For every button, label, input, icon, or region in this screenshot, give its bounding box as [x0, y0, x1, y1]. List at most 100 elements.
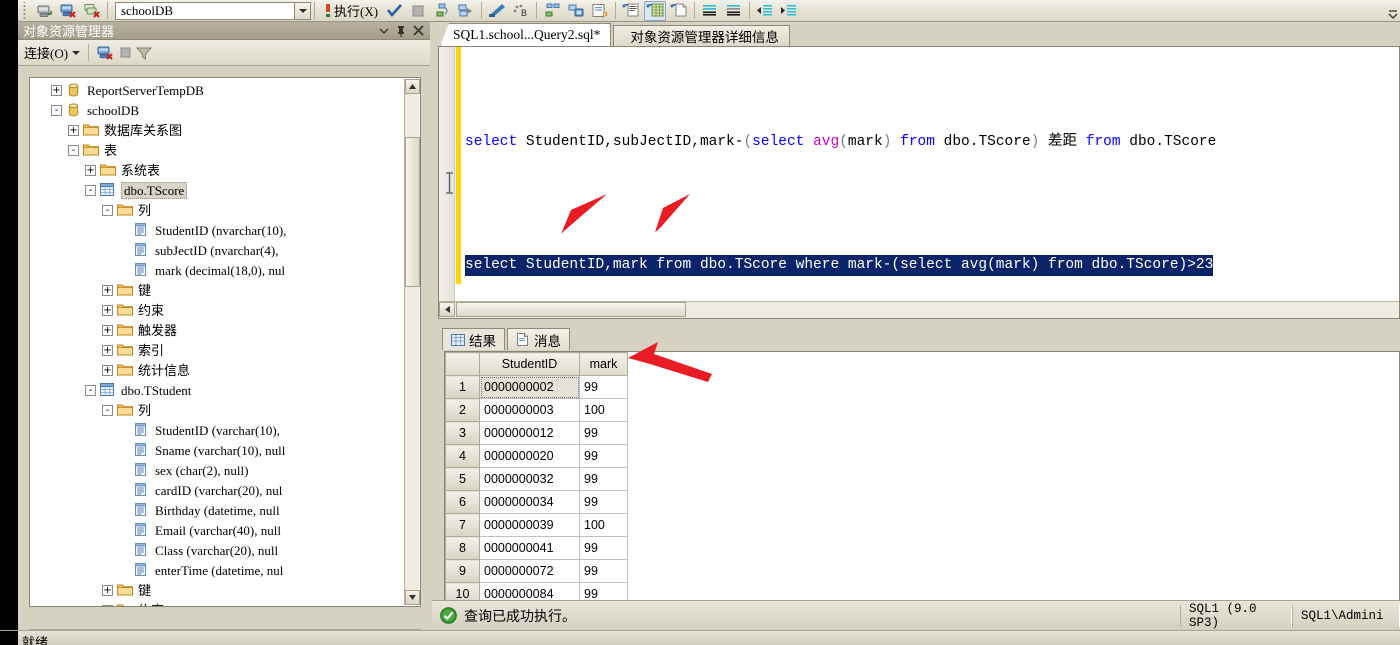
expand-toggle-icon[interactable]: + [102, 344, 113, 356]
tree-node[interactable]: + 系统表 [30, 160, 420, 180]
cell-mark[interactable]: 99 [579, 467, 628, 491]
include-client-stats-icon[interactable] [565, 1, 587, 21]
chevron-down-icon[interactable] [72, 50, 81, 56]
tree-node[interactable]: + 键 [30, 580, 420, 600]
toolbar-grip[interactable] [21, 1, 30, 20]
cell-studentid[interactable]: 0000000041 [479, 536, 580, 560]
tree-node[interactable]: Sname (varchar(10), null [30, 440, 420, 460]
row-number-header[interactable] [445, 352, 480, 376]
scroll-left-arrow-icon[interactable] [439, 302, 455, 317]
tab-messages[interactable]: 消息 [507, 328, 570, 350]
row-number-cell[interactable]: 4 [445, 444, 480, 468]
tree-node[interactable]: + 约束 [30, 300, 420, 320]
scroll-thumb[interactable] [405, 137, 420, 287]
tree-node[interactable]: StudentID (varchar(10), [30, 420, 420, 440]
window-menu-icon[interactable] [379, 27, 389, 35]
collapse-toggle-icon[interactable]: - [51, 104, 62, 116]
expand-toggle-icon[interactable]: + [102, 324, 113, 336]
scroll-up-arrow-icon[interactable] [405, 79, 420, 94]
tree-node[interactable]: -列 [30, 400, 420, 420]
cell-studentid[interactable]: 0000000072 [479, 559, 580, 583]
tree-node[interactable]: -列 [30, 200, 420, 220]
expand-toggle-icon[interactable]: + [102, 364, 113, 376]
auto-hide-pin-icon[interactable] [396, 25, 406, 37]
cell-mark[interactable]: 100 [579, 398, 628, 422]
object-explorer-tree[interactable]: + ReportServerTempDB - schoolDB + 数据库关系图 - 表 + 系统… [29, 77, 421, 607]
parse-query-icon[interactable] [431, 1, 453, 21]
connect-dropdown-button[interactable]: 连接(O) [24, 43, 68, 62]
tree-node[interactable]: enterTime (datetime, nul [30, 560, 420, 580]
collapse-toggle-icon[interactable]: - [102, 204, 113, 216]
row-number-cell[interactable]: 1 [445, 375, 480, 399]
comment-lines-icon[interactable] [699, 1, 721, 21]
results-grid[interactable]: StudentID mark 1 0000000002 99 2 0000000003 100… [444, 351, 1400, 606]
expand-toggle-icon[interactable]: + [102, 304, 113, 316]
results-to-text-icon[interactable] [620, 1, 642, 21]
cell-mark[interactable]: 99 [579, 536, 628, 560]
tree-node[interactable]: - 约束 [30, 600, 420, 606]
column-header[interactable]: StudentID [479, 352, 580, 376]
scroll-down-arrow-icon[interactable] [405, 590, 420, 605]
tree-vertical-scrollbar[interactable] [404, 79, 420, 605]
cell-studentid[interactable]: 0000000002 [479, 375, 580, 399]
collapse-toggle-icon[interactable]: - [102, 604, 113, 606]
execute-button[interactable]: 执行(X) [318, 1, 382, 21]
table-row[interactable]: 7 0000000039 100 [445, 513, 637, 537]
row-number-cell[interactable]: 7 [445, 513, 480, 537]
tree-node[interactable]: + 触发器 [30, 320, 420, 340]
database-combo[interactable]: schoolDB [115, 1, 311, 20]
tree-node[interactable]: + 统计信息 [30, 360, 420, 380]
table-row[interactable]: 4 0000000020 99 [445, 444, 637, 468]
cell-mark[interactable]: 99 [579, 375, 628, 399]
tree-node[interactable]: - schoolDB [30, 100, 420, 120]
tree-node[interactable]: Email (varchar(40), null [30, 520, 420, 540]
tree-node[interactable]: + ReportServerTempDB [30, 80, 420, 100]
table-row[interactable]: 3 0000000012 99 [445, 421, 637, 445]
cell-mark[interactable]: 100 [579, 513, 628, 537]
collapse-toggle-icon[interactable]: - [102, 404, 113, 416]
tree-node[interactable]: -表 [30, 140, 420, 160]
tree-node[interactable]: + 键 [30, 280, 420, 300]
uncomment-lines-icon[interactable] [723, 1, 745, 21]
disconnect-icon[interactable] [57, 1, 79, 21]
cell-studentid[interactable]: 0000000003 [479, 398, 580, 422]
close-icon[interactable] [413, 25, 424, 36]
cell-mark[interactable]: 99 [579, 490, 628, 514]
edit-query-icon[interactable] [486, 1, 508, 21]
design-query-icon[interactable] [455, 1, 477, 21]
toolbar-overflow-button[interactable] [1386, 1, 1400, 21]
sql-editor[interactable]: select StudentID,subJectID,mark-(select … [438, 46, 1400, 319]
disconnect-icon[interactable] [97, 45, 115, 60]
cell-studentid[interactable]: 0000000032 [479, 467, 580, 491]
tree-node[interactable]: + 数据库关系图 [30, 120, 420, 140]
collapse-toggle-icon[interactable]: - [68, 144, 79, 156]
cell-studentid[interactable]: 0000000034 [479, 490, 580, 514]
row-number-cell[interactable]: 8 [445, 536, 480, 560]
table-row[interactable]: 8 0000000041 99 [445, 536, 637, 560]
row-number-cell[interactable]: 3 [445, 421, 480, 445]
cell-mark[interactable]: 99 [579, 559, 628, 583]
tree-node[interactable]: mark (decimal(18,0), nul [30, 260, 420, 280]
stop-icon[interactable] [407, 1, 429, 21]
filter-icon[interactable] [136, 46, 153, 60]
disconnect-all-icon[interactable] [81, 1, 103, 21]
query-options-icon[interactable] [589, 1, 611, 21]
collapse-toggle-icon[interactable]: - [85, 384, 96, 396]
expand-toggle-icon[interactable]: + [68, 124, 79, 136]
tree-node[interactable]: subJectID (nvarchar(4), [30, 240, 420, 260]
expand-toggle-icon[interactable]: + [51, 84, 62, 96]
tree-node[interactable]: cardID (varchar(20), nul [30, 480, 420, 500]
increase-indent-icon[interactable] [778, 1, 800, 21]
editor-text[interactable]: select StudentID,subJectID,mark-(select … [465, 47, 1399, 300]
include-actual-plan-icon[interactable] [541, 1, 563, 21]
tree-node[interactable]: - dbo.TScore [30, 180, 420, 200]
table-row[interactable]: 6 0000000034 99 [445, 490, 637, 514]
cell-studentid[interactable]: 0000000039 [479, 513, 580, 537]
tab-results[interactable]: 结果 [442, 328, 505, 350]
editor-horizontal-scrollbar[interactable] [439, 301, 1399, 318]
stop-icon[interactable] [119, 46, 132, 59]
tab-object-explorer-details[interactable]: 对象资源管理器详细信息 [613, 25, 790, 46]
connect-object-explorer-icon[interactable] [33, 1, 55, 21]
parse-check-icon[interactable] [383, 1, 405, 21]
cell-studentid[interactable]: 0000000012 [479, 421, 580, 445]
